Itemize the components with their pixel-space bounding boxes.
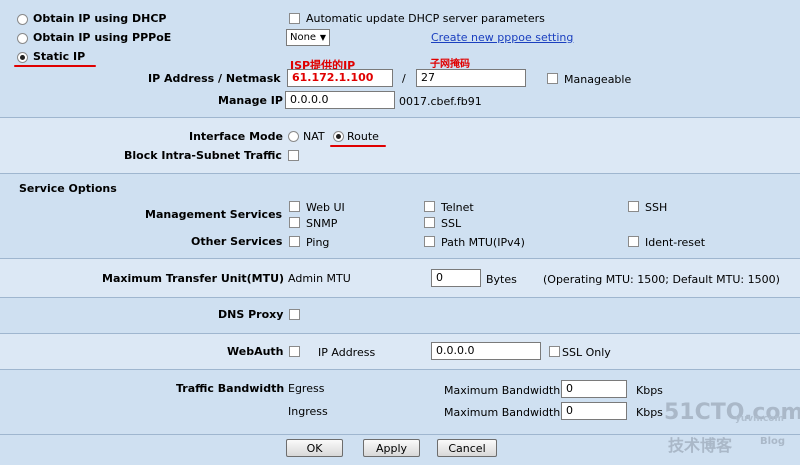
separator bbox=[0, 297, 800, 298]
watermark-subtitle: 技术博客 bbox=[668, 436, 733, 455]
mtu-unit: Bytes bbox=[486, 273, 517, 286]
telnet-label: Telnet bbox=[441, 201, 474, 214]
admin-mtu-input[interactable]: 0 bbox=[431, 269, 481, 287]
static-ip-highlight bbox=[14, 65, 96, 67]
webauth-label: WebAuth bbox=[227, 345, 284, 358]
pppoe-label: Obtain IP using PPPoE bbox=[33, 31, 172, 44]
telnet-checkbox[interactable] bbox=[424, 201, 435, 212]
traffic-bandwidth-label: Traffic Bandwidth bbox=[176, 382, 285, 395]
route-label: Route bbox=[347, 130, 379, 143]
manage-ip-input[interactable]: 0.0.0.0 bbox=[285, 91, 395, 109]
management-services-label: Management Services bbox=[145, 208, 283, 221]
webauth-ip-input[interactable]: 0.0.0.0 bbox=[431, 342, 541, 360]
auto-dhcp-label: Automatic update DHCP server parameters bbox=[306, 12, 545, 25]
separator bbox=[0, 258, 800, 259]
ok-button[interactable]: OK bbox=[286, 439, 343, 457]
ip-address-input[interactable]: 61.172.1.100 bbox=[287, 69, 393, 87]
ssl-only-label: SSL Only bbox=[562, 346, 611, 359]
webauth-band bbox=[0, 333, 800, 369]
annotation-netmask: 子网掩码 bbox=[430, 59, 470, 70]
watermark-side: yuvn.com bbox=[735, 414, 784, 424]
chevron-down-icon: ▼ bbox=[319, 33, 326, 42]
webui-checkbox[interactable] bbox=[289, 201, 300, 212]
cancel-button[interactable]: Cancel bbox=[437, 439, 497, 457]
ssh-checkbox[interactable] bbox=[628, 201, 639, 212]
ssl-only-checkbox[interactable] bbox=[549, 346, 560, 357]
route-highlight bbox=[330, 145, 386, 147]
webauth-checkbox[interactable] bbox=[289, 346, 300, 357]
manageable-checkbox[interactable] bbox=[547, 73, 558, 84]
mac-address: 0017.cbef.fb91 bbox=[399, 95, 482, 108]
path-mtu-checkbox[interactable] bbox=[424, 236, 435, 247]
ssl-label: SSL bbox=[441, 217, 462, 230]
apply-button[interactable]: Apply bbox=[363, 439, 420, 457]
snmp-checkbox[interactable] bbox=[289, 217, 300, 228]
ingress-bandwidth-input[interactable]: 0 bbox=[561, 402, 627, 420]
snmp-label: SNMP bbox=[306, 217, 338, 230]
ssl-checkbox[interactable] bbox=[424, 217, 435, 228]
ssh-label: SSH bbox=[645, 201, 668, 214]
watermark-blog: Blog bbox=[760, 436, 786, 447]
pppoe-radio[interactable] bbox=[17, 33, 28, 44]
admin-mtu-label: Admin MTU bbox=[288, 272, 351, 285]
auto-dhcp-checkbox[interactable] bbox=[289, 13, 300, 24]
webauth-ip-label: IP Address bbox=[318, 346, 376, 359]
ingress-unit: Kbps bbox=[636, 406, 663, 419]
block-intra-checkbox[interactable] bbox=[288, 150, 299, 161]
netmask-input[interactable]: 27 bbox=[416, 69, 526, 87]
netmask-slash: / bbox=[402, 72, 406, 85]
dhcp-radio[interactable] bbox=[17, 14, 28, 25]
manage-ip-label: Manage IP bbox=[218, 94, 283, 107]
ping-label: Ping bbox=[306, 236, 330, 249]
pppoe-select[interactable]: None ▼ bbox=[286, 29, 330, 46]
separator bbox=[0, 173, 800, 174]
manageable-label: Manageable bbox=[564, 73, 632, 86]
interface-mode-label: Interface Mode bbox=[189, 130, 283, 143]
egress-max-label: Maximum Bandwidth bbox=[444, 384, 561, 397]
static-ip-radio[interactable] bbox=[17, 52, 28, 63]
ident-reset-checkbox[interactable] bbox=[628, 236, 639, 247]
nat-radio[interactable] bbox=[288, 131, 299, 142]
egress-bandwidth-input[interactable]: 0 bbox=[561, 380, 627, 398]
separator bbox=[0, 117, 800, 118]
egress-label: Egress bbox=[288, 382, 325, 395]
ip-netmask-label: IP Address / Netmask bbox=[148, 72, 281, 85]
ident-reset-label: Ident-reset bbox=[645, 236, 706, 249]
pppoe-select-value: None bbox=[290, 32, 317, 43]
service-options-heading: Service Options bbox=[19, 182, 117, 195]
interface-band bbox=[0, 118, 800, 173]
separator bbox=[0, 369, 800, 370]
ping-checkbox[interactable] bbox=[289, 236, 300, 247]
block-intra-label: Block Intra-Subnet Traffic bbox=[124, 149, 282, 162]
path-mtu-label: Path MTU(IPv4) bbox=[441, 236, 525, 249]
mtu-label: Maximum Transfer Unit(MTU) bbox=[102, 272, 285, 285]
webui-label: Web UI bbox=[306, 201, 345, 214]
ingress-max-label: Maximum Bandwidth bbox=[444, 406, 561, 419]
static-ip-label: Static IP bbox=[33, 50, 86, 63]
other-services-label: Other Services bbox=[191, 235, 283, 248]
separator bbox=[0, 333, 800, 334]
mtu-note: (Operating MTU: 1500; Default MTU: 1500) bbox=[543, 273, 780, 286]
nat-label: NAT bbox=[303, 130, 325, 143]
create-pppoe-link[interactable]: Create new pppoe setting bbox=[431, 31, 573, 44]
dns-proxy-checkbox[interactable] bbox=[289, 309, 300, 320]
egress-unit: Kbps bbox=[636, 384, 663, 397]
ingress-label: Ingress bbox=[288, 405, 328, 418]
dhcp-label: Obtain IP using DHCP bbox=[33, 12, 167, 25]
route-radio[interactable] bbox=[333, 131, 344, 142]
dns-proxy-label: DNS Proxy bbox=[218, 308, 284, 321]
